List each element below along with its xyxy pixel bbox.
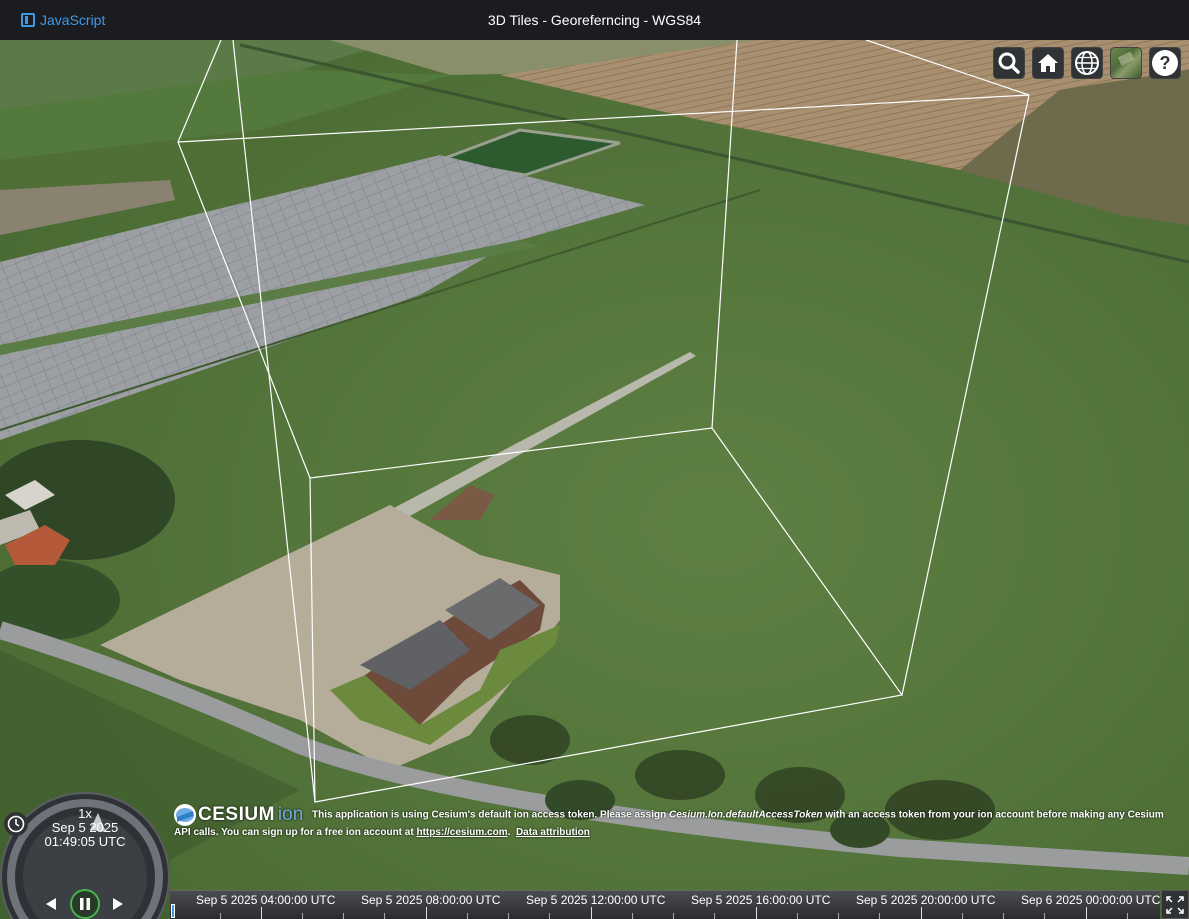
timeline-tick	[426, 907, 427, 919]
timeline-tick	[921, 907, 922, 919]
scene-mode-button[interactable]	[1071, 47, 1103, 79]
timeline-minor-tick	[508, 913, 509, 919]
fullscreen-icon	[1166, 895, 1184, 914]
geocoder-button[interactable]	[993, 47, 1025, 79]
cesium-logo-icon	[174, 804, 196, 826]
cesium-logo-suffix: ion	[277, 804, 304, 825]
home-button[interactable]	[1032, 47, 1064, 79]
timeline-minor-tick	[220, 913, 221, 919]
pause-button[interactable]	[70, 889, 100, 919]
search-icon	[998, 52, 1020, 74]
cesium-logo-word: CESIUM	[198, 804, 275, 825]
timeline-needle[interactable]	[171, 904, 175, 918]
animation-time: 01:49:05 UTC	[44, 834, 126, 849]
home-icon	[1038, 54, 1058, 72]
timeline-label: Sep 5 2025 16:00:00 UTC	[691, 893, 831, 907]
credit-period: .	[507, 827, 511, 838]
navigation-help-button[interactable]: ?	[1149, 47, 1181, 79]
timeline-tick	[756, 907, 757, 919]
timeline-minor-tick	[879, 913, 880, 919]
timeline[interactable]: Sep 5 2025 04:00:00 UTC Sep 5 2025 08:00…	[170, 890, 1160, 919]
timeline-minor-tick	[714, 913, 715, 919]
play-forward-button[interactable]	[104, 890, 132, 918]
play-reverse-button[interactable]	[37, 890, 65, 918]
svg-text:?: ?	[1160, 53, 1171, 73]
animation-speed: 1x	[78, 806, 92, 821]
cesium-viewer[interactable]: ?	[0, 40, 1189, 919]
timeline-minor-tick	[673, 913, 674, 919]
pause-icon	[80, 898, 90, 910]
help-icon: ?	[1152, 50, 1178, 76]
ion-token-message: This application is using Cesium's defau…	[174, 809, 1164, 838]
viewer-toolbar: ?	[993, 47, 1181, 79]
timeline-label: Sep 5 2025 04:00:00 UTC	[196, 893, 336, 907]
timeline-minor-tick	[1003, 913, 1004, 919]
timeline-tick	[591, 907, 592, 919]
cesium-signup-link[interactable]: https://cesium.com	[416, 827, 507, 838]
play-reverse-icon	[46, 898, 56, 910]
timeline-minor-tick	[1044, 913, 1045, 919]
timeline-minor-tick	[343, 913, 344, 919]
timeline-minor-tick	[797, 913, 798, 919]
timeline-minor-tick	[1127, 913, 1128, 919]
timeline-minor-tick	[838, 913, 839, 919]
tree-shadow	[635, 750, 725, 800]
timeline-minor-tick	[302, 913, 303, 919]
timeline-minor-tick	[467, 913, 468, 919]
timeline-tick	[1086, 907, 1087, 919]
timeline-label: Sep 5 2025 12:00:00 UTC	[526, 893, 666, 907]
timeline-label: Sep 5 2025 20:00:00 UTC	[856, 893, 996, 907]
data-attribution-link[interactable]: Data attribution	[516, 827, 590, 838]
timeline-label: Sep 6 2025 00:00:00 UTC	[1021, 893, 1161, 907]
credit-container: CESIUM ion This application is using Ces…	[174, 804, 1179, 840]
timeline-minor-tick	[549, 913, 550, 919]
globe-icon	[1075, 51, 1099, 75]
timeline-minor-tick	[632, 913, 633, 919]
cesium-ion-logo[interactable]: CESIUM ion	[174, 804, 303, 826]
base-layer-picker-button[interactable]	[1110, 47, 1142, 79]
animation-date: Sep 5 2025	[51, 820, 119, 835]
timeline-tick	[261, 907, 262, 919]
terrain-scene[interactable]	[0, 40, 1189, 919]
fullscreen-button[interactable]	[1161, 890, 1189, 919]
top-bar: JavaScript 3D Tiles - Georeferncing - WG…	[0, 0, 1189, 40]
timeline-minor-tick	[962, 913, 963, 919]
page-title: 3D Tiles - Georeferncing - WGS84	[487, 12, 702, 28]
play-forward-icon	[113, 898, 123, 910]
timeline-label: Sep 5 2025 08:00:00 UTC	[361, 893, 501, 907]
timeline-minor-tick	[384, 913, 385, 919]
